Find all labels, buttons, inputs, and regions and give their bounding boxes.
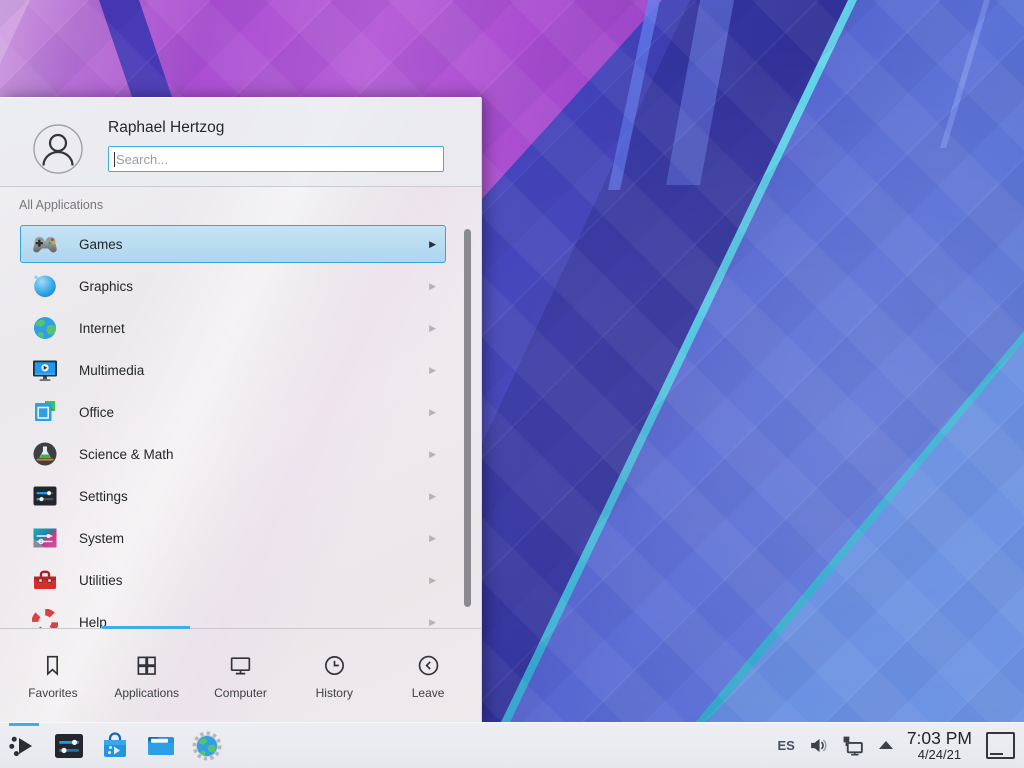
expand-tray-icon[interactable] <box>879 741 893 749</box>
taskbar-panel: ES 7:03 PM 4/24/21 <box>0 722 1024 768</box>
utilities-icon <box>32 567 58 593</box>
science-icon <box>32 441 58 467</box>
application-launcher-icon[interactable] <box>7 730 39 762</box>
submenu-arrow-icon: ▶ <box>429 491 436 502</box>
clock-time: 7:03 PM <box>907 729 972 748</box>
submenu-arrow-icon: ▶ <box>429 281 436 292</box>
text-caret <box>114 152 115 167</box>
menu-item-system[interactable]: System ▶ <box>20 519 446 557</box>
favorites-icon <box>40 653 65 678</box>
menu-item-label: Office <box>79 405 114 420</box>
menu-item-internet[interactable]: Internet ▶ <box>20 309 446 347</box>
menu-item-label: Multimedia <box>79 363 144 378</box>
network-icon[interactable] <box>842 734 865 757</box>
divider <box>0 186 481 187</box>
menu-item-graphics[interactable]: Graphics ▶ <box>20 267 446 305</box>
search-input[interactable]: Search... <box>108 146 444 172</box>
system-icon <box>32 525 58 551</box>
menu-item-label: System <box>79 531 124 546</box>
menu-item-help[interactable]: Help ▶ <box>20 603 446 628</box>
menu-item-utilities[interactable]: Utilities ▶ <box>20 561 446 599</box>
menu-item-label: Internet <box>79 321 125 336</box>
launcher-header: Raphael Hertzog Search... <box>0 98 481 186</box>
system-tray: ES 7:03 PM 4/24/21 <box>777 729 1024 762</box>
user-avatar-icon[interactable] <box>33 124 83 174</box>
submenu-arrow-icon: ▶ <box>429 575 436 586</box>
menu-item-label: Settings <box>79 489 128 504</box>
menu-item-label: Graphics <box>79 279 133 294</box>
application-category-list: Games ▶ Graphics ▶ Internet ▶ Multimedia… <box>0 221 481 628</box>
desktop: Raphael Hertzog Search... All Applicatio… <box>0 0 1024 768</box>
tab-label: Favorites <box>28 686 77 700</box>
leave-icon <box>416 653 441 678</box>
office-icon <box>32 399 58 425</box>
computer-icon <box>228 653 253 678</box>
discover-icon[interactable] <box>99 730 131 762</box>
keyboard-layout-indicator[interactable]: ES <box>777 738 794 753</box>
tab-label: History <box>316 686 353 700</box>
menu-item-science-math[interactable]: Science & Math ▶ <box>20 435 446 473</box>
submenu-arrow-icon: ▶ <box>429 617 436 628</box>
tab-applications[interactable]: Applications <box>100 629 194 724</box>
menu-item-multimedia[interactable]: Multimedia ▶ <box>20 351 446 389</box>
menu-item-label: Games <box>79 237 123 252</box>
clock-date: 4/24/21 <box>907 748 972 762</box>
active-tab-indicator <box>102 626 190 629</box>
menu-item-office[interactable]: Office ▶ <box>20 393 446 431</box>
menu-item-settings[interactable]: Settings ▶ <box>20 477 446 515</box>
submenu-arrow-icon: ▶ <box>429 365 436 376</box>
tab-favorites[interactable]: Favorites <box>6 629 100 724</box>
menu-item-games[interactable]: Games ▶ <box>20 225 446 263</box>
submenu-arrow-icon: ▶ <box>429 239 436 250</box>
tab-computer[interactable]: Computer <box>194 629 288 724</box>
settings-icon <box>32 483 58 509</box>
application-launcher-menu: Raphael Hertzog Search... All Applicatio… <box>0 97 482 723</box>
show-desktop-button[interactable] <box>986 732 1015 759</box>
system-settings-icon[interactable] <box>53 730 85 762</box>
tab-leave[interactable]: Leave <box>381 629 475 724</box>
digital-clock[interactable]: 7:03 PM 4/24/21 <box>907 729 972 762</box>
submenu-arrow-icon: ▶ <box>429 533 436 544</box>
graphics-icon <box>32 273 58 299</box>
volume-icon[interactable] <box>809 736 828 755</box>
submenu-arrow-icon: ▶ <box>429 407 436 418</box>
internet-icon <box>32 315 58 341</box>
menu-item-label: Science & Math <box>79 447 174 462</box>
applications-icon <box>134 653 159 678</box>
submenu-arrow-icon: ▶ <box>429 323 436 334</box>
file-manager-icon[interactable] <box>145 730 177 762</box>
multimedia-icon <box>32 357 58 383</box>
tab-history[interactable]: History <box>287 629 381 724</box>
submenu-arrow-icon: ▶ <box>429 449 436 460</box>
tab-label: Leave <box>412 686 445 700</box>
taskbar-launchers <box>0 730 223 762</box>
search-placeholder: Search... <box>116 152 168 167</box>
section-label: All Applications <box>19 198 103 212</box>
help-icon <box>32 609 58 628</box>
games-icon <box>32 231 58 257</box>
history-icon <box>322 653 347 678</box>
menu-item-label: Utilities <box>79 573 123 588</box>
web-browser-icon[interactable] <box>191 730 223 762</box>
tab-label: Computer <box>214 686 267 700</box>
list-scrollbar[interactable] <box>464 229 471 607</box>
active-task-indicator <box>9 723 39 726</box>
tab-label: Applications <box>114 686 179 700</box>
launcher-tab-bar: Favorites Applications Computer History … <box>0 628 481 724</box>
user-name: Raphael Hertzog <box>108 119 224 137</box>
